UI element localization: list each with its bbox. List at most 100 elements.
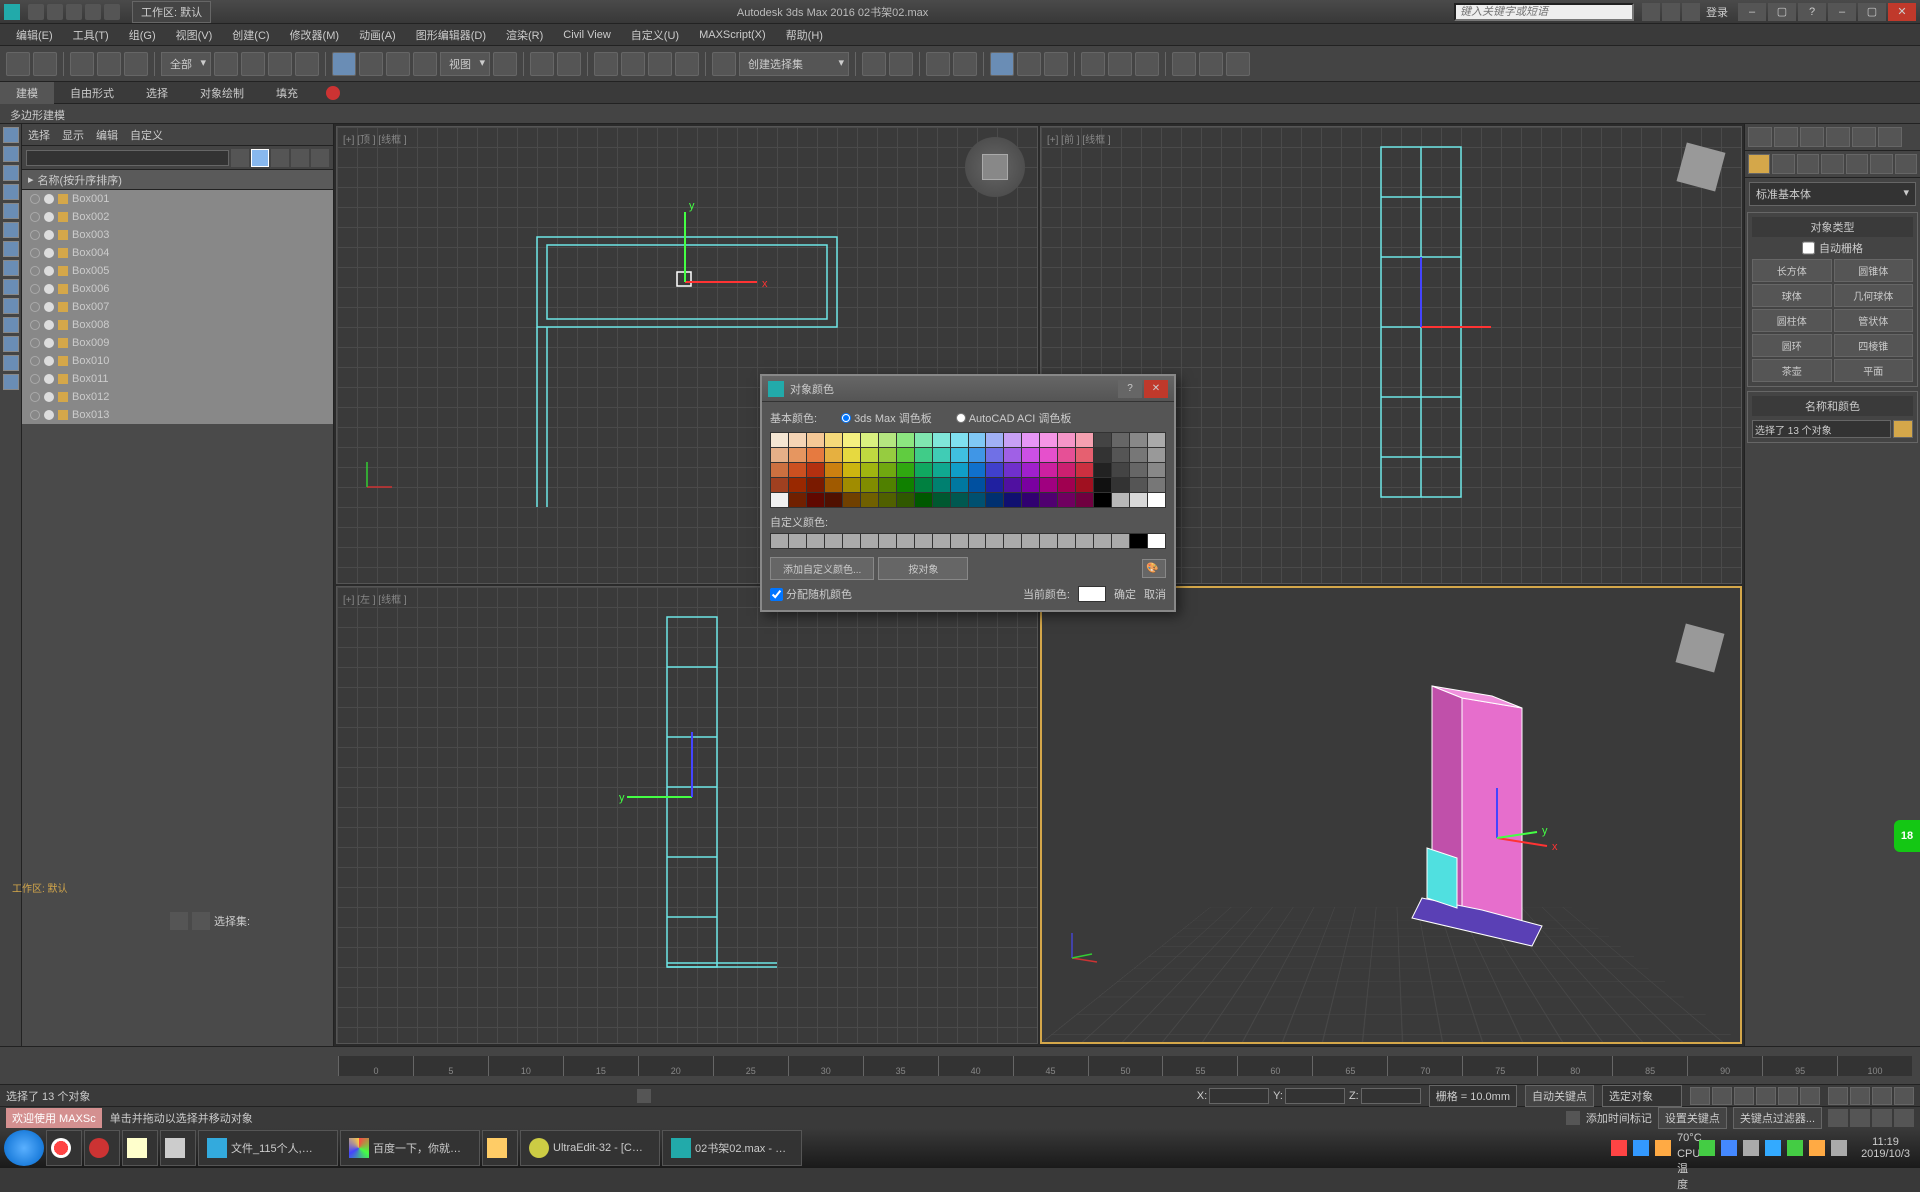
angle-snap-icon[interactable] — [621, 52, 645, 76]
color-swatch[interactable] — [1148, 493, 1165, 507]
scene-tab-edit[interactable]: 编辑 — [96, 127, 118, 143]
geom-btn[interactable]: 球体 — [1752, 284, 1832, 307]
scene-item[interactable]: Box004 — [22, 244, 333, 262]
color-swatch[interactable] — [843, 448, 860, 462]
color-swatch[interactable] — [1022, 448, 1039, 462]
scene-tab-display[interactable]: 显示 — [62, 127, 84, 143]
curve-editor-icon[interactable] — [990, 52, 1014, 76]
lt-4-icon[interactable] — [3, 184, 19, 200]
color-swatch[interactable] — [1058, 463, 1075, 477]
ref-coord-dropdown[interactable]: 视图 — [440, 52, 490, 76]
ribbon-tab-fill[interactable]: 填充 — [260, 82, 314, 104]
move-icon[interactable] — [332, 52, 356, 76]
color-swatch[interactable] — [986, 463, 1003, 477]
color-swatch[interactable] — [825, 463, 842, 477]
link-icon[interactable] — [70, 52, 94, 76]
color-swatch[interactable] — [1058, 448, 1075, 462]
color-swatch[interactable] — [1112, 448, 1129, 462]
color-swatch[interactable] — [1112, 493, 1129, 507]
menu-edit[interactable]: 编辑(E) — [6, 24, 63, 46]
goto-end-icon[interactable] — [1778, 1087, 1798, 1105]
color-swatch[interactable] — [825, 493, 842, 507]
tray-9-icon[interactable] — [1809, 1140, 1825, 1156]
geom-btn[interactable]: 管状体 — [1834, 309, 1914, 332]
float-badge[interactable]: 18 — [1894, 820, 1920, 852]
color-swatch[interactable] — [933, 463, 950, 477]
color-swatch[interactable] — [1058, 433, 1075, 447]
render-icon[interactable] — [1135, 52, 1159, 76]
open-icon[interactable] — [47, 4, 63, 20]
setkey-button[interactable]: 设置关键点 — [1658, 1107, 1727, 1129]
color-swatch[interactable] — [789, 478, 806, 492]
new-icon[interactable] — [28, 4, 44, 20]
tb-3dsmax[interactable]: 02书架02.max - … — [662, 1130, 802, 1166]
scene-item[interactable]: Box003 — [22, 226, 333, 244]
tray-7-icon[interactable] — [1765, 1140, 1781, 1156]
ribbon-rec-icon[interactable] — [326, 86, 340, 100]
color-swatch[interactable] — [1076, 493, 1093, 507]
help-icon[interactable]: ? — [1798, 3, 1826, 21]
color-swatch[interactable] — [1076, 478, 1093, 492]
menu-graph[interactable]: 图形编辑器(D) — [406, 24, 496, 46]
tray-6-icon[interactable] — [1743, 1140, 1759, 1156]
motion-icon[interactable] — [1826, 127, 1850, 147]
custom-swatch[interactable] — [771, 534, 788, 548]
color-swatch[interactable] — [1022, 478, 1039, 492]
custom-swatch[interactable] — [1130, 534, 1147, 548]
material-icon[interactable] — [1044, 52, 1068, 76]
ribbon-tab-freeform[interactable]: 自由形式 — [54, 82, 130, 104]
color-swatch[interactable] — [789, 463, 806, 477]
color-swatch[interactable] — [915, 448, 932, 462]
menu-modifier[interactable]: 修改器(M) — [280, 24, 350, 46]
color-swatch[interactable] — [1004, 493, 1021, 507]
color-swatch[interactable] — [1094, 493, 1111, 507]
viewport-left-label[interactable]: [+] [左 ] [线框 ] — [343, 591, 407, 606]
custom-swatch[interactable] — [1022, 534, 1039, 548]
next-frame-icon[interactable] — [1756, 1087, 1776, 1105]
dialog-close-icon[interactable]: ✕ — [1144, 380, 1168, 398]
tag-icon[interactable] — [1566, 1111, 1580, 1125]
color-swatch[interactable] — [789, 433, 806, 447]
custom-swatch[interactable] — [915, 534, 932, 548]
object-color-swatch[interactable] — [1893, 420, 1913, 438]
link-icon[interactable] — [1642, 3, 1660, 21]
random-color-checkbox[interactable]: 分配随机颜色 — [770, 586, 852, 602]
custom-swatch[interactable] — [1112, 534, 1129, 548]
geom-btn[interactable]: 茶壶 — [1752, 359, 1832, 382]
scene-item[interactable]: Box009 — [22, 334, 333, 352]
color-swatch[interactable] — [969, 463, 986, 477]
geom-btn[interactable]: 长方体 — [1752, 259, 1832, 282]
custom-swatch[interactable] — [879, 534, 896, 548]
scene-item[interactable]: Box001 — [22, 190, 333, 208]
primitive-dropdown[interactable]: 标准基本体▾ — [1749, 182, 1916, 206]
schematic-icon[interactable] — [1017, 52, 1041, 76]
scene-view-icon[interactable] — [251, 149, 269, 167]
color-swatch[interactable] — [897, 433, 914, 447]
scene-item[interactable]: Box007 — [22, 298, 333, 316]
lock-icon[interactable] — [637, 1089, 651, 1103]
close-icon[interactable]: ✕ — [1888, 3, 1916, 21]
geometry-icon[interactable] — [1748, 154, 1770, 174]
custom-swatch[interactable] — [843, 534, 860, 548]
geom-btn[interactable]: 圆环 — [1752, 334, 1832, 357]
color-swatch[interactable] — [897, 463, 914, 477]
menu-group[interactable]: 组(G) — [119, 24, 166, 46]
color-swatch[interactable] — [1040, 493, 1057, 507]
color-swatch[interactable] — [1094, 478, 1111, 492]
nav-zoomext-icon[interactable] — [1850, 1109, 1870, 1127]
color-swatch[interactable] — [915, 463, 932, 477]
unlink-icon[interactable] — [97, 52, 121, 76]
menu-anim[interactable]: 动画(A) — [349, 24, 406, 46]
pivot-icon[interactable] — [493, 52, 517, 76]
redo-btn-icon[interactable] — [33, 52, 57, 76]
tray-4-icon[interactable] — [1699, 1140, 1715, 1156]
lt-2-icon[interactable] — [3, 146, 19, 162]
tray-1-icon[interactable] — [1611, 1140, 1627, 1156]
mirror-icon[interactable] — [862, 52, 886, 76]
scene-find-icon[interactable] — [311, 149, 329, 167]
orbit-icon[interactable] — [1850, 1087, 1870, 1105]
custom-swatch[interactable] — [807, 534, 824, 548]
color-swatch[interactable] — [843, 433, 860, 447]
lt-6-icon[interactable] — [3, 222, 19, 238]
custom-swatch[interactable] — [825, 534, 842, 548]
